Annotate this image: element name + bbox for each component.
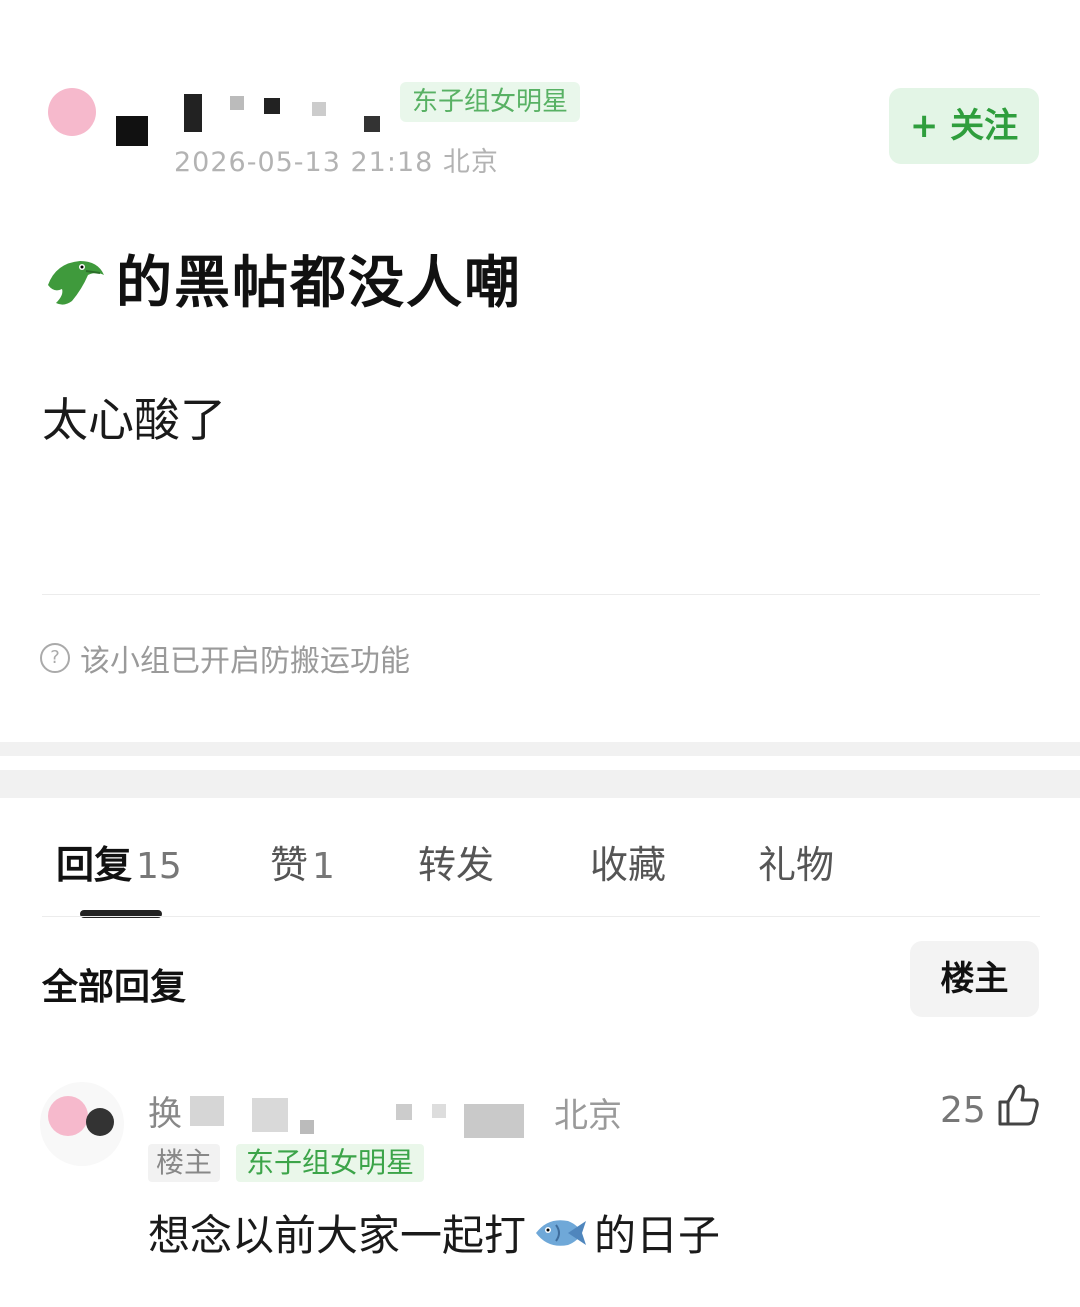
divider [42, 916, 1040, 917]
tab-label: 回复 [56, 843, 133, 887]
tab-favorite[interactable]: 收藏 [590, 834, 666, 889]
tab-count: 1 [312, 846, 335, 887]
heart-avatar-icon [48, 1096, 88, 1136]
thumbs-up-icon[interactable] [996, 1082, 1040, 1128]
interaction-tabs: 回复 15 赞1 转发 收藏 礼物 [0, 798, 1080, 918]
op-only-filter-button[interactable]: 楼主 [910, 941, 1039, 1017]
reply-location: 北京 [554, 1096, 622, 1136]
tab-replies[interactable]: 回复 15 [56, 834, 182, 889]
question-icon[interactable]: ? [40, 643, 70, 673]
reply-item: 换 北京 楼主 东子组女明星 25 想念以前大家一起打 的日子 [0, 1060, 1080, 1307]
tab-gift[interactable]: 礼物 [758, 834, 834, 889]
reply-author-redacted [180, 1090, 540, 1140]
all-replies-title: 全部回复 [42, 967, 187, 1008]
post-card: 东子组女明星 2026-05-13 21:18 北京 + 关注 的黑帖都没人嘲 … [0, 0, 1080, 742]
post-body: 太心酸了 [42, 393, 226, 447]
tab-label: 收藏 [590, 843, 667, 887]
tab-label: 礼物 [758, 843, 835, 887]
notice-text: 该小组已开启防搬运功能 [80, 644, 410, 679]
reply-text-before: 想念以前大家一起打 [148, 1211, 527, 1260]
tab-label: 赞 [270, 843, 309, 887]
reply-avatar[interactable] [40, 1082, 124, 1166]
fish-icon [532, 1213, 588, 1253]
post-title: 的黑帖都没人嘲 [116, 251, 522, 316]
anti-repost-notice: ? 该小组已开启防搬运功能 [40, 636, 410, 680]
post-title-row: 的黑帖都没人嘲 [42, 238, 522, 319]
section-separator [0, 742, 1080, 798]
tab-label: 转发 [418, 843, 495, 887]
group-badge[interactable]: 东子组女明星 [236, 1144, 425, 1182]
crocodile-icon [42, 245, 110, 313]
group-tag[interactable]: 东子组女明星 [400, 82, 581, 122]
tab-forward[interactable]: 转发 [418, 834, 494, 889]
like-count: 25 [940, 1090, 986, 1131]
op-badge: 楼主 [148, 1144, 221, 1182]
reply-text-after: 的日子 [594, 1211, 721, 1260]
avatar-face-icon [86, 1108, 114, 1136]
heart-avatar-icon [48, 88, 96, 136]
tab-count: 15 [136, 846, 182, 887]
reply-content: 想念以前大家一起打 的日子 [148, 1202, 720, 1263]
post-meta: 2026-05-13 21:18 北京 [174, 147, 499, 178]
author-avatar[interactable] [42, 86, 108, 152]
follow-button[interactable]: + 关注 [889, 88, 1039, 164]
tab-likes[interactable]: 赞1 [270, 834, 335, 889]
reply-author-name[interactable]: 换 [148, 1086, 182, 1135]
divider [42, 594, 1040, 595]
